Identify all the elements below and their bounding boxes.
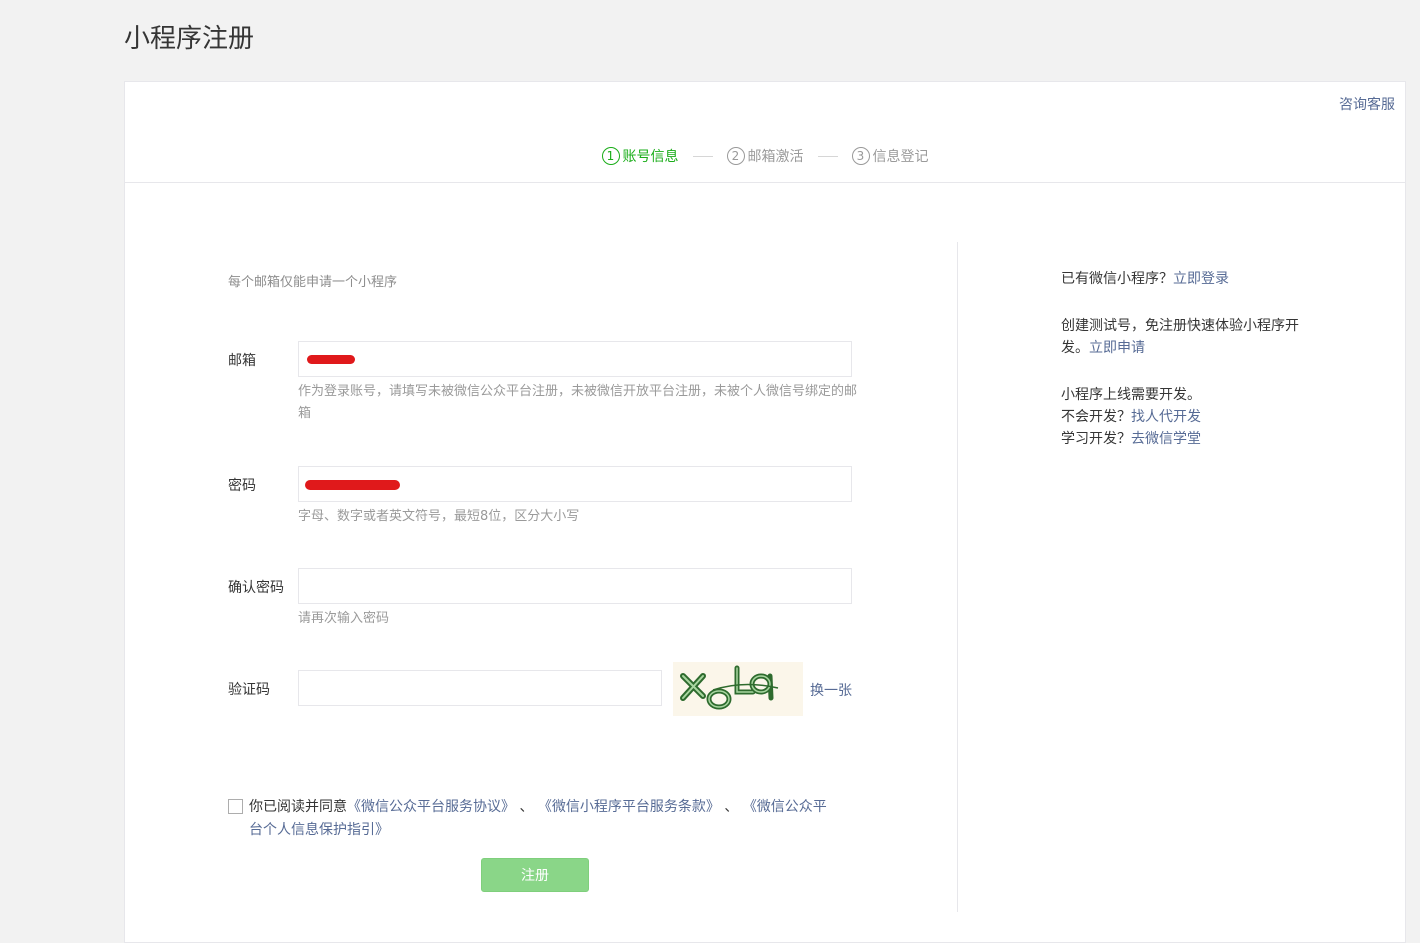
miniprogram-terms-link[interactable]: 《微信小程序平台服务条款》 <box>538 799 720 815</box>
step-label: 账号信息 <box>622 149 679 165</box>
register-card: 咨询客服 1 账号信息 2 邮箱激活 3 信息登记 每个邮箱仅能申请一个小程序 … <box>124 81 1406 943</box>
step-connector <box>692 155 713 157</box>
redacted-password <box>305 480 400 490</box>
service-agreement-link[interactable]: 《微信公众平台服务协议》 <box>347 799 515 815</box>
agreement-separator: 、 <box>719 799 739 815</box>
step-indicator: 1 账号信息 2 邮箱激活 3 信息登记 <box>125 146 1405 166</box>
captcha-label: 验证码 <box>228 682 270 698</box>
dev-required-text: 小程序上线需要开发。 <box>1061 387 1201 403</box>
no-dev-prompt: 不会开发？ <box>1061 409 1131 425</box>
login-prompt: 已有微信小程序？ <box>1061 271 1173 287</box>
captcha-refresh-link[interactable]: 换一张 <box>810 680 852 700</box>
form-notice: 每个邮箱仅能申请一个小程序 <box>228 275 398 290</box>
side-login-line: 已有微信小程序？立即登录 <box>1061 268 1229 290</box>
wechat-academy-link[interactable]: 去微信学堂 <box>1131 431 1201 447</box>
email-input[interactable] <box>298 341 852 377</box>
step-connector <box>817 155 838 157</box>
agreement-separator: 、 <box>515 799 534 815</box>
confirm-password-tip: 请再次输入密码 <box>298 611 390 626</box>
agreement-prefix: 你已阅读并同意 <box>249 799 347 815</box>
confirm-password-input[interactable] <box>298 568 852 604</box>
side-test-account: 创建测试号，免注册快速体验小程序开发。立即申请 <box>1061 315 1311 359</box>
register-button[interactable]: 注册 <box>481 858 589 892</box>
password-label: 密码 <box>228 478 256 494</box>
email-tip: 作为登录账号，请填写未被微信公众平台注册，未被微信开放平台注册，未被个人微信号绑… <box>298 384 858 421</box>
login-link[interactable]: 立即登录 <box>1173 271 1229 287</box>
password-tip: 字母、数字或者英文符号，最短8位，区分大小写 <box>298 509 580 524</box>
step-label: 信息登记 <box>872 149 929 165</box>
column-divider <box>957 242 958 912</box>
password-input[interactable] <box>298 466 852 502</box>
step-label: 邮箱激活 <box>747 149 804 165</box>
consult-link[interactable]: 咨询客服 <box>1339 94 1395 114</box>
confirm-password-label: 确认密码 <box>228 580 284 596</box>
captcha-input[interactable] <box>298 670 662 706</box>
step-number: 1 <box>601 147 620 165</box>
test-account-link[interactable]: 立即申请 <box>1089 340 1145 356</box>
step-number: 3 <box>851 147 870 165</box>
step-info-registration: 3 信息登记 <box>851 146 929 166</box>
agreement-row: 你已阅读并同意《微信公众平台服务协议》 、 《微信小程序平台服务条款》 、 《微… <box>228 796 838 842</box>
email-label: 邮箱 <box>228 353 256 369</box>
side-dev-info: 小程序上线需要开发。 不会开发？找人代开发 学习开发？去微信学堂 <box>1061 384 1201 450</box>
captcha-image[interactable] <box>673 662 803 716</box>
page-title: 小程序注册 <box>124 24 255 54</box>
step-account-info: 1 账号信息 <box>601 146 679 166</box>
step-email-activation: 2 邮箱激活 <box>726 146 804 166</box>
find-developer-link[interactable]: 找人代开发 <box>1131 409 1201 425</box>
learn-prompt: 学习开发？ <box>1061 431 1131 447</box>
step-number: 2 <box>726 147 745 165</box>
header-divider <box>125 182 1405 183</box>
redacted-email <box>307 355 355 364</box>
agreement-checkbox[interactable] <box>228 799 243 814</box>
